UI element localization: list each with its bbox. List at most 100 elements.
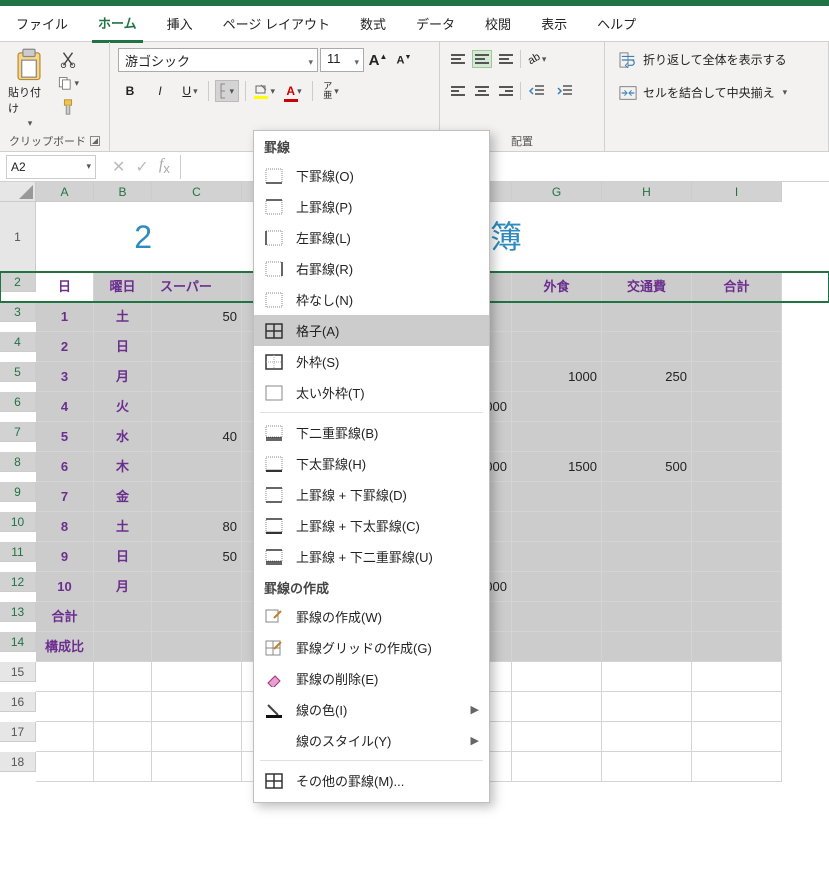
cell[interactable] (692, 662, 782, 692)
menu-item-more-borders[interactable]: その他の罫線(M)... (254, 765, 489, 796)
cell[interactable] (692, 542, 782, 572)
cell[interactable] (602, 482, 692, 512)
menu-item-line-style[interactable]: 線のスタイル(Y)▶ (254, 725, 489, 756)
cancel-formula-button[interactable]: ✕ (112, 157, 125, 177)
cell[interactable] (512, 632, 602, 662)
tab-insert[interactable]: 挿入 (161, 6, 199, 41)
cell[interactable]: 50 (152, 302, 242, 332)
align-bottom-button[interactable] (496, 50, 516, 68)
cell[interactable]: 水 (94, 422, 152, 452)
increase-font-button[interactable]: A▲ (366, 49, 390, 71)
cell[interactable]: 1000 (512, 362, 602, 392)
menu-item-erase-border[interactable]: 罫線の削除(E) (254, 663, 489, 694)
cell[interactable] (152, 692, 242, 722)
cell[interactable] (692, 572, 782, 602)
cell[interactable] (692, 752, 782, 782)
cell[interactable]: 1500 (512, 452, 602, 482)
cell[interactable]: 火 (94, 392, 152, 422)
tab-data[interactable]: データ (410, 6, 461, 41)
cell[interactable] (692, 392, 782, 422)
cell[interactable]: 40 (152, 422, 242, 452)
row-header[interactable]: 8 (0, 452, 36, 472)
column-header[interactable]: B (94, 182, 152, 202)
cell[interactable]: 木 (94, 452, 152, 482)
cell[interactable] (36, 722, 94, 752)
cell[interactable] (692, 602, 782, 632)
row-header[interactable]: 16 (0, 692, 36, 712)
menu-item-top-bottom-border[interactable]: 上罫線 + 下罫線(D) (254, 479, 489, 510)
cell[interactable]: 土 (94, 512, 152, 542)
tab-page-layout[interactable]: ページ レイアウト (217, 6, 336, 41)
cell[interactable] (602, 542, 692, 572)
row-header[interactable]: 13 (0, 602, 36, 622)
menu-item-no-border[interactable]: 枠なし(N) (254, 284, 489, 315)
cell[interactable] (512, 662, 602, 692)
cell[interactable] (602, 332, 692, 362)
cell[interactable] (512, 302, 602, 332)
align-right-button[interactable] (496, 82, 516, 100)
cell[interactable]: 50 (152, 542, 242, 572)
menu-item-bottom-border[interactable]: 下罫線(O) (254, 160, 489, 191)
insert-function-button[interactable]: fx (159, 156, 170, 176)
cell[interactable] (36, 752, 94, 782)
cell[interactable] (512, 332, 602, 362)
cell[interactable]: 4 (36, 392, 94, 422)
cell[interactable]: 3 (36, 362, 94, 392)
cell[interactable] (152, 572, 242, 602)
column-header[interactable]: H (602, 182, 692, 202)
borders-button[interactable]: ▾ (215, 80, 239, 102)
cell[interactable]: 1 (36, 302, 94, 332)
row-header[interactable]: 7 (0, 422, 36, 442)
cell[interactable] (602, 512, 692, 542)
cell[interactable] (152, 362, 242, 392)
cell[interactable]: 10 (36, 572, 94, 602)
cell[interactable] (692, 362, 782, 392)
cell[interactable] (602, 662, 692, 692)
clipboard-dialog-launcher[interactable] (90, 136, 100, 146)
menu-item-draw-border-grid[interactable]: 罫線グリッドの作成(G) (254, 632, 489, 663)
align-middle-button[interactable] (472, 50, 492, 68)
cell[interactable] (152, 662, 242, 692)
cell[interactable]: 月 (94, 572, 152, 602)
font-color-button[interactable]: A▾ (282, 80, 306, 102)
cell[interactable] (602, 692, 692, 722)
row-header[interactable]: 10 (0, 512, 36, 532)
cell[interactable] (692, 302, 782, 332)
cell[interactable] (512, 542, 602, 572)
cell[interactable]: 交通費 (602, 272, 692, 302)
cell[interactable] (692, 692, 782, 722)
menu-item-thick-outside-borders[interactable]: 太い外枠(T) (254, 377, 489, 408)
row-header[interactable]: 11 (0, 542, 36, 562)
cell[interactable]: 月 (94, 362, 152, 392)
cell[interactable]: 合計 (692, 272, 782, 302)
menu-item-all-borders[interactable]: 格子(A) (254, 315, 489, 346)
decrease-indent-button[interactable] (525, 80, 549, 102)
cell[interactable] (602, 632, 692, 662)
cell[interactable] (602, 422, 692, 452)
menu-item-thick-bottom-border[interactable]: 下太罫線(H) (254, 448, 489, 479)
column-header[interactable]: C (152, 182, 242, 202)
row-header[interactable]: 4 (0, 332, 36, 352)
align-center-button[interactable] (472, 82, 492, 100)
cell[interactable]: 合計 (36, 602, 94, 632)
font-size-combo[interactable]: 11▾ (320, 48, 364, 72)
column-header[interactable]: G (512, 182, 602, 202)
tab-help[interactable]: ヘルプ (591, 6, 642, 41)
cell[interactable] (512, 572, 602, 602)
cell[interactable]: 250 (602, 362, 692, 392)
cell[interactable]: 日 (94, 542, 152, 572)
cell[interactable] (94, 632, 152, 662)
row-header[interactable]: 6 (0, 392, 36, 412)
merge-center-button[interactable]: セルを結合して中央揃え ▾ (613, 81, 820, 104)
cell[interactable]: 曜日 (94, 272, 152, 302)
cell[interactable] (512, 752, 602, 782)
format-painter-button[interactable] (56, 96, 80, 118)
cell[interactable] (152, 392, 242, 422)
copy-button[interactable]: ▾ (56, 72, 80, 94)
cell[interactable]: 7 (36, 482, 94, 512)
tab-home[interactable]: ホーム (92, 5, 143, 43)
cell[interactable] (602, 302, 692, 332)
select-all-corner[interactable] (0, 182, 36, 202)
cell[interactable] (512, 692, 602, 722)
cell[interactable] (602, 572, 692, 602)
